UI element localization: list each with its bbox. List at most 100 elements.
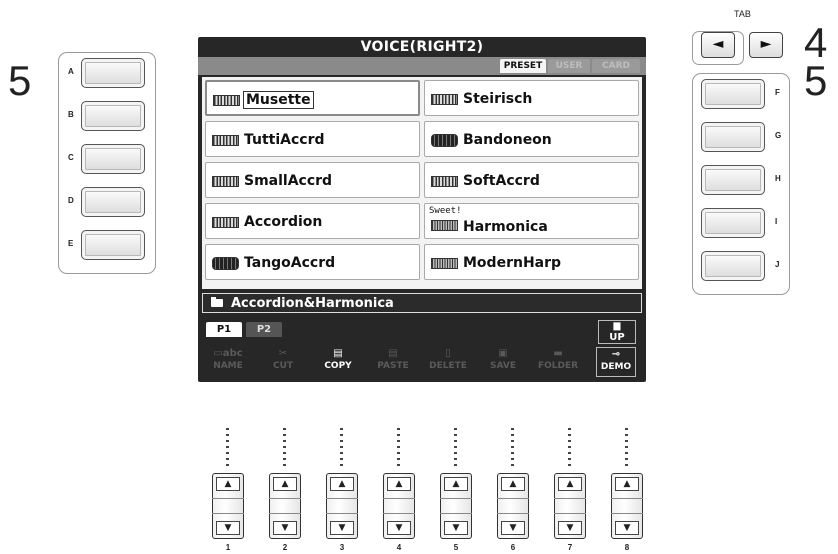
dial-up-button[interactable]: ▲ [216,477,240,491]
dial-up-button[interactable]: ▲ [387,477,411,491]
voice-name: SoftAccrd [463,173,540,189]
harmonica-icon [431,220,458,231]
button-e[interactable] [81,230,145,260]
delete-button[interactable]: ▯ DELETE [424,347,472,377]
voice-tuttiaccrd[interactable]: TuttiAccrd [205,121,420,157]
function-label: DELETE [429,361,467,371]
voice-harmonica[interactable]: Sweet! Harmonica [424,203,639,239]
dial-down-button[interactable]: ▼ [216,521,240,535]
voice-name: Steirisch [463,91,533,107]
button-j[interactable] [701,251,765,281]
name-button[interactable]: ▭abc NAME [204,347,252,377]
dial-down-button[interactable]: ▼ [444,521,468,535]
tab-card[interactable]: CARD [592,59,640,73]
step-number-right: 5 [804,57,828,104]
voice-musette[interactable]: Musette [205,80,420,116]
dial-down-button[interactable]: ▼ [273,521,297,535]
button-label-g: G [775,131,782,140]
voice-tangoaccrd[interactable]: TangoAccrd [205,244,420,280]
dial-down-button[interactable]: ▼ [615,521,639,535]
trash-icon: ▯ [445,348,451,359]
dial-7[interactable]: ▲ ▼ [554,473,586,539]
button-b[interactable] [81,101,145,131]
dial-number: 5 [453,543,459,552]
voice-tag: Sweet! [429,206,462,216]
dial-up-button[interactable]: ▲ [330,477,354,491]
function-bar: ▭abc NAME ✂ CUT ▤ COPY ▤ PASTE ▯ DELETE … [204,339,642,377]
dial-number: 1 [225,543,231,552]
dial-down-button[interactable]: ▼ [330,521,354,535]
tab-preset[interactable]: PRESET [500,59,546,73]
function-label: PASTE [377,361,409,371]
function-label: CUT [272,361,294,371]
voice-list: Musette Steirisch TuttiAccrd Bandoneon S… [202,77,642,289]
dial-1[interactable]: ▲ ▼ [212,473,244,539]
button-a[interactable] [81,58,145,88]
tab-right-button[interactable]: ► [749,32,783,58]
dial-5[interactable]: ▲ ▼ [440,473,472,539]
copy-icon: ▤ [333,348,343,359]
dial-down-button[interactable]: ▼ [387,521,411,535]
paste-button[interactable]: ▤ PASTE [369,347,417,377]
voice-steirisch[interactable]: Steirisch [424,80,639,116]
demo-button[interactable]: ⊸ DEMO [596,347,636,377]
right-button-group: F G H I J [692,73,790,295]
button-f[interactable] [701,79,765,109]
voice-bandoneon[interactable]: Bandoneon [424,121,639,157]
tab-left-button[interactable]: ◄ [701,32,735,58]
dial-number: 6 [510,543,516,552]
dotted-leader [340,428,343,466]
dial-up-button[interactable]: ▲ [615,477,639,491]
dial-8[interactable]: ▲ ▼ [611,473,643,539]
button-label-d: D [68,196,74,205]
button-h[interactable] [701,165,765,195]
button-g[interactable] [701,122,765,152]
button-d[interactable] [81,187,145,217]
button-label-c: C [68,153,74,162]
voice-modernharp[interactable]: ModernHarp [424,244,639,280]
button-label-b: B [68,110,74,119]
folder-path-bar: Accordion&Harmonica [202,293,642,313]
page-tab-p2[interactable]: P2 [246,322,282,337]
save-button[interactable]: ▣ SAVE [479,347,527,377]
page-tab-p1[interactable]: P1 [206,322,242,337]
voice-softaccrd[interactable]: SoftAccrd [424,162,639,198]
lcd-screen: VOICE(RIGHT2) PRESET USER CARD Musette S… [198,37,646,382]
dial-3[interactable]: ▲ ▼ [326,473,358,539]
button-label-h: H [775,174,781,183]
dial-4[interactable]: ▲ ▼ [383,473,415,539]
folder-button[interactable]: ▬ FOLDER [534,347,582,377]
dial-up-button[interactable]: ▲ [444,477,468,491]
button-label-i: I [775,217,778,226]
dial-up-button[interactable]: ▲ [273,477,297,491]
dotted-leader [226,428,229,466]
dial-number: 3 [339,543,345,552]
dial-down-button[interactable]: ▼ [558,521,582,535]
step-number-tab: 4 [804,19,828,66]
dial-divider [212,498,244,514]
button-c[interactable] [81,144,145,174]
dial-up-button[interactable]: ▲ [558,477,582,491]
dial-2[interactable]: ▲ ▼ [269,473,301,539]
source-tabbar: PRESET USER CARD [198,57,646,75]
dial-number: 7 [567,543,573,552]
voice-smallaccrd[interactable]: SmallAccrd [205,162,420,198]
copy-button[interactable]: ▤ COPY [314,347,362,377]
dial-divider [269,498,301,514]
folder-up-icon: ▆ [613,321,621,331]
accordion-icon [431,176,458,187]
voice-name: Harmonica [463,219,548,235]
voice-accordion[interactable]: Accordion [205,203,420,239]
tab-user[interactable]: USER [548,59,590,73]
button-i[interactable] [701,208,765,238]
accordion-icon [431,94,458,105]
left-button-group: A B C D E [58,52,156,274]
dial-divider [440,498,472,514]
dial-up-button[interactable]: ▲ [501,477,525,491]
dial-6[interactable]: ▲ ▼ [497,473,529,539]
function-label: NAME [213,361,243,371]
cut-button[interactable]: ✂ CUT [259,347,307,377]
dial-divider [554,498,586,514]
bandoneon-icon [212,257,239,270]
dial-down-button[interactable]: ▼ [501,521,525,535]
